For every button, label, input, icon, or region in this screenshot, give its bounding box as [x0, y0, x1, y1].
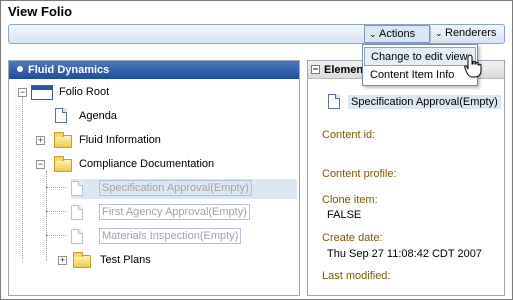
chevron-down-icon: ⌄ [369, 29, 377, 39]
tree-item-label: Compliance Documentation [79, 158, 215, 170]
tree-item-label: Agenda [79, 110, 117, 122]
renderers-button[interactable]: ⌄ Renderers [430, 26, 506, 42]
renderers-label: Renderers [445, 27, 497, 39]
tree-guide-line [46, 211, 66, 212]
create-date-label: Create date: [322, 232, 383, 244]
tree-title: Fluid Dynamics [28, 64, 110, 76]
menu-item-content-item-info[interactable]: Content Item Info [364, 66, 476, 85]
element-panel-title: Element [324, 64, 367, 76]
tree-item-label: Materials Inspection(Empty) [99, 228, 242, 244]
bullet-icon [17, 66, 23, 72]
menu-item-change-to-edit-view[interactable]: Change to edit view [364, 47, 476, 66]
element-details-panel: − Element Specification Approval(Empty) … [307, 60, 505, 296]
last-modified-label: Last modified: [322, 270, 391, 282]
tree-item-label: Test Plans [100, 254, 151, 266]
tree-guide-line [46, 187, 66, 188]
collapse-icon[interactable]: − [311, 65, 320, 74]
clone-item-label: Clone item: [322, 194, 378, 206]
chevron-down-icon: ⌄ [435, 28, 443, 38]
tree-item-label: Folio Root [59, 86, 110, 98]
tree-item-first-agency-approval[interactable]: First Agency Approval(Empty) [71, 203, 297, 223]
content-profile-label: Content profile: [322, 168, 397, 180]
tree-item-label: Fluid Information [79, 134, 161, 146]
tree-item-fluid-information[interactable]: + Fluid Information [9, 131, 299, 149]
element-title: Specification Approval(Empty) [348, 95, 501, 109]
tree-item-folio-root[interactable]: − Folio Root [9, 83, 299, 101]
expand-icon[interactable]: + [58, 256, 67, 265]
tree-item-materials-inspection[interactable]: Materials Inspection(Empty) [71, 227, 297, 247]
tree-item-label: Specification Approval(Empty) [99, 180, 252, 196]
folio-tree-panel: Fluid Dynamics − Folio Root Agenda + Flu… [8, 60, 300, 296]
document-icon [328, 94, 340, 109]
collapse-icon[interactable]: − [18, 88, 27, 97]
actions-button[interactable]: ⌄ Actions [364, 25, 430, 43]
document-icon [71, 205, 83, 220]
toolbar: ⌄ Actions ⌄ Renderers [8, 24, 505, 44]
tree-item-compliance-documentation[interactable]: − Compliance Documentation [9, 155, 299, 173]
tree-panel-header: Fluid Dynamics [9, 61, 299, 79]
tree-item-agenda[interactable]: Agenda [9, 107, 299, 125]
folder-icon [73, 252, 91, 268]
folder-icon [54, 132, 72, 148]
hand-cursor-icon [464, 54, 482, 78]
tree-item-specification-approval[interactable]: Specification Approval(Empty) [71, 179, 297, 199]
actions-label: Actions [379, 28, 416, 40]
expand-icon[interactable]: + [36, 136, 45, 145]
actions-menu: Change to edit view Content Item Info [362, 44, 478, 86]
content-id-label: Content id: [322, 129, 376, 141]
folio-root-icon [31, 85, 53, 100]
document-icon [71, 181, 83, 196]
document-icon [71, 229, 83, 244]
tree-guide-line [46, 171, 47, 261]
tree-item-test-plans[interactable]: + Test Plans [9, 251, 299, 269]
create-date-value: Thu Sep 27 11:08:42 CDT 2007 [327, 248, 482, 260]
page-title: View Folio [8, 4, 73, 19]
tree-guide-line [46, 235, 66, 236]
folder-open-icon [54, 156, 72, 172]
tree-item-label: First Agency Approval(Empty) [99, 204, 250, 220]
clone-item-value: FALSE [327, 209, 362, 221]
document-icon [55, 108, 67, 123]
collapse-icon[interactable]: − [36, 160, 45, 169]
